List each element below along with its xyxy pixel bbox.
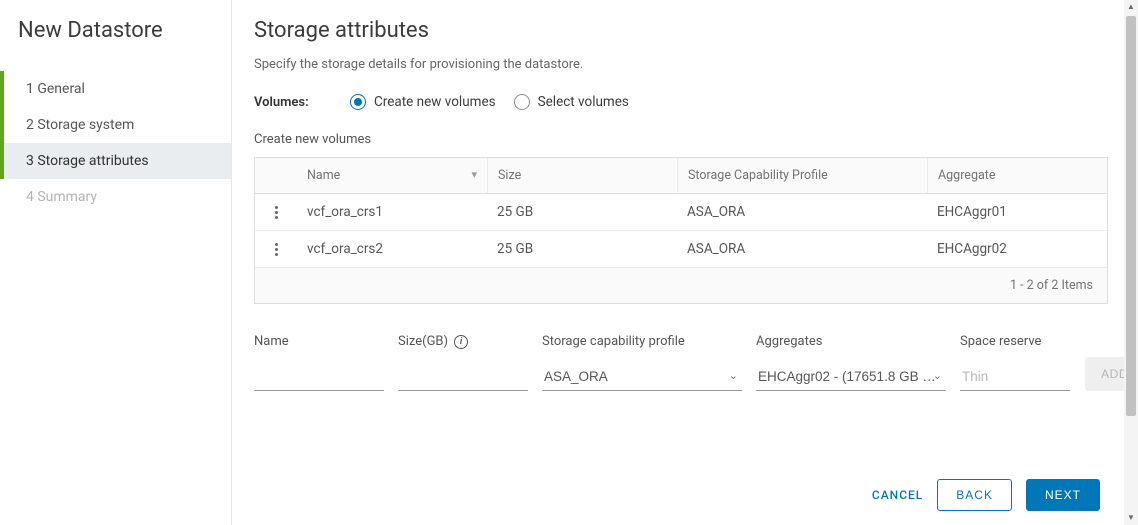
th-size[interactable]: Size — [487, 158, 677, 193]
radio-dot-icon — [514, 94, 530, 110]
radio-dot-icon — [350, 94, 366, 110]
size-input[interactable] — [398, 363, 528, 391]
table-row: vcf_ora_crs1 25 GB ASA_ORA EHCAggr01 — [255, 194, 1107, 231]
cell-scp: ASA_ORA — [677, 231, 927, 267]
th-label: Storage Capability Profile — [688, 168, 828, 183]
table-header: Name ▾ Size Storage Capability Profile A… — [255, 158, 1107, 194]
step-label: 3 Storage attributes — [26, 153, 149, 169]
wizard-footer: CANCEL BACK NEXT — [872, 479, 1100, 511]
cell-size: 25 GB — [487, 231, 677, 267]
wizard-steps: 1 General 2 Storage system 3 Storage att… — [0, 71, 231, 215]
table-row: vcf_ora_crs2 25 GB ASA_ORA EHCAggr02 — [255, 231, 1107, 268]
new-volume-form: Name Size(GB) i Storage capability profi… — [254, 328, 1108, 391]
cell-name: vcf_ora_crs2 — [297, 231, 487, 267]
radio-label: Select volumes — [538, 94, 629, 110]
scrollbar[interactable]: ▲ ▼ — [1124, 0, 1138, 525]
table-caption: Create new volumes — [254, 132, 1108, 147]
scroll-down-arrow-icon[interactable]: ▼ — [1124, 511, 1138, 525]
volumes-table: Name ▾ Size Storage Capability Profile A… — [254, 157, 1108, 304]
main-panel: Storage attributes Specify the storage d… — [232, 0, 1124, 525]
filter-icon[interactable]: ▾ — [471, 168, 477, 181]
scroll-up-arrow-icon[interactable]: ▲ — [1124, 0, 1138, 14]
form-label-name: Name — [254, 334, 384, 349]
volumes-label: Volumes: — [254, 95, 332, 110]
form-label-space: Space reserve — [960, 334, 1070, 349]
radio-label: Create new volumes — [374, 94, 496, 110]
table-footer: 1 - 2 of 2 Items — [255, 268, 1107, 303]
radio-create-volumes[interactable]: Create new volumes — [350, 94, 496, 110]
page-title: Storage attributes — [254, 18, 1108, 43]
th-name[interactable]: Name ▾ — [297, 158, 487, 193]
th-label: Name — [307, 168, 340, 183]
th-label: Aggregate — [938, 168, 995, 183]
th-aggregate[interactable]: Aggregate — [927, 158, 1107, 193]
wizard-sidebar: New Datastore 1 General 2 Storage system… — [0, 0, 232, 525]
next-button[interactable]: NEXT — [1026, 479, 1100, 511]
scp-select[interactable] — [542, 363, 742, 391]
form-label-size: Size(GB) i — [398, 334, 528, 349]
info-icon[interactable]: i — [454, 335, 468, 349]
name-input[interactable] — [254, 363, 384, 391]
th-actions — [255, 166, 297, 186]
form-label-text: Size(GB) — [398, 334, 448, 349]
step-summary: 4 Summary — [0, 179, 231, 215]
cell-aggregate: EHCAggr02 — [927, 231, 1107, 267]
row-actions-menu[interactable] — [255, 233, 297, 266]
step-label: 4 Summary — [26, 189, 97, 205]
cell-scp: ASA_ORA — [677, 194, 927, 230]
add-button[interactable]: ADD — [1085, 357, 1124, 391]
cell-size: 25 GB — [487, 194, 677, 230]
step-storage-attributes[interactable]: 3 Storage attributes — [0, 143, 231, 179]
aggregates-select[interactable] — [756, 363, 946, 391]
space-reserve-input[interactable] — [960, 363, 1070, 391]
radio-select-volumes[interactable]: Select volumes — [514, 94, 629, 110]
wizard-title: New Datastore — [18, 18, 231, 43]
step-label: 2 Storage system — [26, 117, 134, 133]
th-scp[interactable]: Storage Capability Profile — [677, 158, 927, 193]
step-storage-system[interactable]: 2 Storage system — [0, 107, 231, 143]
cancel-button[interactable]: CANCEL — [872, 488, 923, 502]
form-label-aggregates: Aggregates — [756, 334, 946, 349]
cell-aggregate: EHCAggr01 — [927, 194, 1107, 230]
page-subtitle: Specify the storage details for provisio… — [254, 57, 1108, 72]
scroll-thumb[interactable] — [1126, 16, 1136, 416]
back-button[interactable]: BACK — [937, 479, 1012, 511]
volumes-radio-group: Volumes: Create new volumes Select volum… — [254, 94, 1108, 110]
cell-name: vcf_ora_crs1 — [297, 194, 487, 230]
form-label-scp: Storage capability profile — [542, 334, 742, 349]
row-actions-menu[interactable] — [255, 196, 297, 229]
th-label: Size — [498, 168, 521, 183]
step-label: 1 General — [26, 81, 85, 97]
step-general[interactable]: 1 General — [0, 71, 231, 107]
